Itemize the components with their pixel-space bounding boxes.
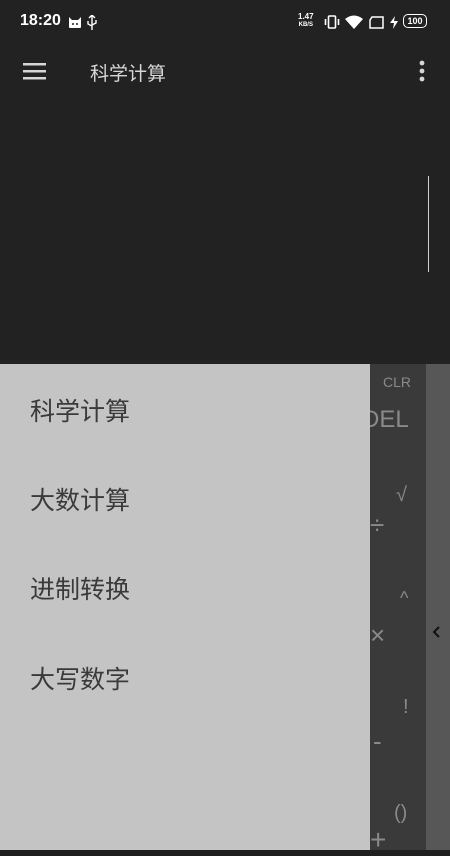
network-speed-value: 1.47: [298, 12, 314, 21]
drawer-item-label: 科学计算: [30, 397, 131, 426]
drawer-item-label: 大数计算: [30, 486, 131, 515]
network-speed-unit: KB/S: [298, 22, 313, 28]
usb-icon: [87, 14, 97, 30]
app-title: 科学计算: [90, 63, 167, 85]
navigation-drawer: 科学计算 大数计算 进制转换 大写数字: [0, 364, 370, 850]
multiply-key[interactable]: ×: [370, 620, 385, 651]
drawer-item-base-convert[interactable]: 进制转换: [0, 552, 370, 624]
hamburger-menu-icon[interactable]: [22, 60, 48, 82]
sim-icon: [369, 14, 384, 30]
drawer-item-scientific[interactable]: 科学计算: [0, 374, 370, 446]
cat-notification-icon: [68, 14, 82, 30]
plus-key[interactable]: +: [370, 824, 386, 856]
chevron-left-icon[interactable]: [430, 623, 444, 641]
drawer-item-label: 进制转换: [30, 575, 131, 604]
keypad: CLR DEL √ ÷ ^ × ! - () +: [362, 364, 426, 855]
parens-key[interactable]: (): [394, 802, 407, 825]
drawer-item-uppercase-number[interactable]: 大写数字: [0, 642, 370, 714]
power-key[interactable]: ^: [400, 588, 408, 609]
wifi-icon: [345, 14, 363, 30]
calculator-display[interactable]: [0, 98, 450, 364]
more-vert-icon[interactable]: [414, 58, 430, 86]
sqrt-key[interactable]: √: [396, 484, 407, 507]
battery-level: 100: [407, 16, 423, 26]
status-bar: 18:20 1.47 KB/S 100: [0, 0, 450, 44]
status-time: 18:20: [20, 12, 61, 29]
text-cursor: [428, 176, 429, 272]
battery-icon: 100: [403, 14, 427, 28]
app-bar: 科学计算: [0, 44, 450, 98]
keypad-side-panel[interactable]: [426, 364, 450, 850]
clr-key[interactable]: CLR: [383, 374, 411, 390]
charging-icon: [390, 14, 398, 30]
divide-key[interactable]: ÷: [370, 510, 384, 541]
minus-key[interactable]: -: [373, 726, 382, 757]
network-speed: 1.47 KB/S: [298, 12, 314, 30]
factorial-key[interactable]: !: [403, 696, 409, 719]
drawer-item-bignum[interactable]: 大数计算: [0, 463, 370, 535]
vibrate-icon: [324, 14, 340, 30]
drawer-item-label: 大写数字: [30, 665, 131, 694]
